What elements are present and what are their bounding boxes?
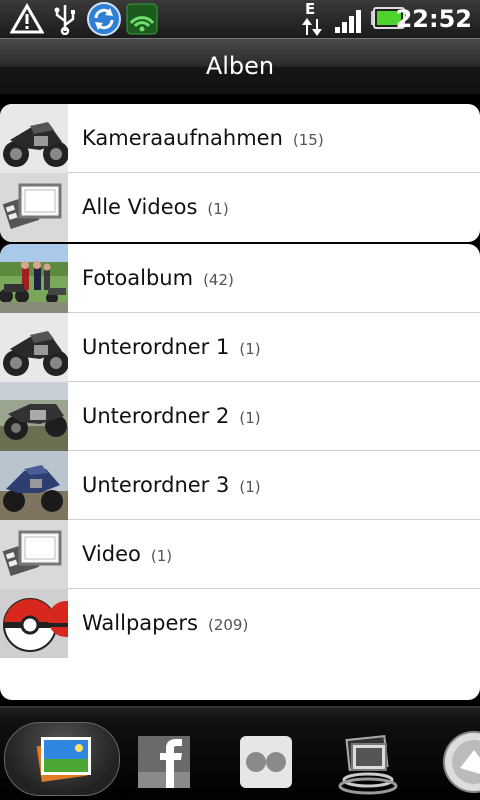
album-label: Unterordner 2 (1) xyxy=(82,404,261,428)
album-count: (1) xyxy=(207,200,229,218)
albums-list-top: Kameraaufnahmen (15) Alle Videos (1) xyxy=(0,104,480,242)
albums-list: Fotoalbum (42) Unterordner 1 (1) Unteror… xyxy=(0,244,480,700)
page-title: Alben xyxy=(205,52,275,80)
video-thumbnail xyxy=(0,173,68,242)
album-row[interactable]: Unterordner 3 (1) xyxy=(0,451,480,520)
album-label: Fotoalbum (42) xyxy=(82,266,234,290)
album-label: Kameraaufnahmen (15) xyxy=(82,126,324,150)
album-row[interactable]: Wallpapers (209) xyxy=(0,589,480,658)
facebook-tab[interactable] xyxy=(136,722,192,796)
album-label: Video (1) xyxy=(82,542,173,566)
album-count: (209) xyxy=(207,616,249,634)
album-row[interactable]: Kameraaufnahmen (15) xyxy=(0,104,480,173)
albums-tab[interactable] xyxy=(4,722,120,796)
motorcycle-blue-thumbnail xyxy=(0,451,68,520)
usb-icon xyxy=(54,5,75,35)
network-type-label: E xyxy=(305,0,316,18)
album-row[interactable]: Alle Videos (1) xyxy=(0,173,480,242)
album-row[interactable]: Unterordner 2 (1) xyxy=(0,382,480,451)
album-row[interactable]: Unterordner 1 (1) xyxy=(0,313,480,382)
motorcycle-thumbnail xyxy=(0,313,68,382)
album-count: (1) xyxy=(239,409,261,427)
camera-icon xyxy=(443,731,480,793)
slideshow-icon xyxy=(338,734,398,795)
clock: 22:52 xyxy=(395,5,472,33)
album-count: (1) xyxy=(239,478,261,496)
sync-icon xyxy=(87,2,121,36)
album-count: (15) xyxy=(292,131,324,149)
album-count: (42) xyxy=(203,271,234,289)
more-tab[interactable] xyxy=(438,722,480,796)
flickr-tab[interactable] xyxy=(238,722,294,796)
album-count: (1) xyxy=(150,547,173,565)
status-bar: E 22:52 xyxy=(0,0,480,38)
album-label: Wallpapers (209) xyxy=(82,611,249,635)
album-label: Unterordner 1 (1) xyxy=(82,335,261,359)
album-row[interactable]: Video (1) xyxy=(0,520,480,589)
album-label: Unterordner 3 (1) xyxy=(82,473,261,497)
facebook-icon xyxy=(138,736,190,788)
motorcycle-field-thumbnail xyxy=(0,382,68,451)
title-bar: Alben xyxy=(0,38,480,94)
bottom-tab-bar xyxy=(0,706,480,800)
photo-album-icon xyxy=(36,737,91,783)
motorcycle-thumbnail xyxy=(0,104,68,173)
slideshow-tab[interactable] xyxy=(334,722,402,796)
video-thumbnail xyxy=(0,520,68,589)
pokeball-thumbnail xyxy=(0,589,68,658)
album-row[interactable]: Fotoalbum (42) xyxy=(0,244,480,313)
album-label: Alle Videos (1) xyxy=(82,195,229,219)
warning-icon xyxy=(10,3,44,34)
signal-icon xyxy=(335,10,361,33)
security-shield-icon xyxy=(126,3,158,35)
album-count: (1) xyxy=(239,340,261,358)
network-e-icon: E xyxy=(302,0,322,36)
flickr-icon xyxy=(240,736,292,788)
people-photo-thumbnail xyxy=(0,244,68,313)
